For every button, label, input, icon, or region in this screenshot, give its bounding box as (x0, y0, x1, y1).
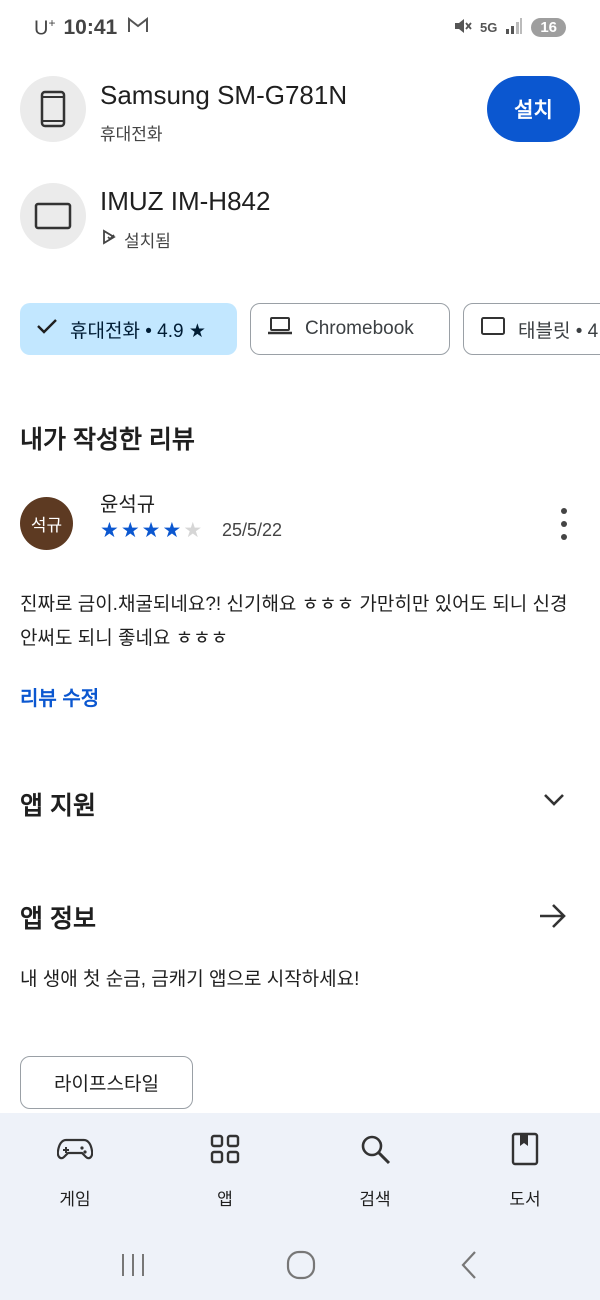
star-rating: ★ ★ ★ ★ ★ (100, 518, 202, 543)
nav-apps[interactable]: 앱 (150, 1113, 300, 1230)
nav-books[interactable]: 도서 (450, 1113, 600, 1230)
check-icon (36, 317, 58, 341)
nav-search[interactable]: 검색 (300, 1113, 450, 1230)
nav-games[interactable]: 게임 (0, 1113, 150, 1230)
clock: 10:41 (63, 16, 118, 40)
carrier-label: U+ (34, 16, 56, 40)
star-icon: ★ (120, 519, 140, 542)
search-icon (357, 1131, 393, 1167)
app-support-title[interactable]: 앱 지원 (20, 786, 96, 822)
status-bar-left: U+ 10:41 (34, 16, 149, 41)
avatar: 석규 (20, 497, 73, 550)
device-status: 설치됨 (100, 227, 171, 252)
recents-icon[interactable] (100, 1230, 166, 1300)
installed-icon (100, 228, 118, 251)
chip-label: 휴대전화 • 4.9 ★ (70, 320, 206, 342)
more-vert-icon[interactable] (558, 508, 570, 540)
tablet-icon (480, 316, 506, 342)
back-icon[interactable] (436, 1230, 502, 1300)
apps-grid-icon (207, 1131, 243, 1167)
chip-phone[interactable]: 휴대전화 • 4.9 ★ (20, 303, 237, 355)
mute-icon (452, 16, 472, 39)
gamepad-icon (57, 1131, 93, 1167)
phone-icon (20, 76, 86, 142)
edit-review-link[interactable]: 리뷰 수정 (20, 682, 99, 711)
app-description: 내 생애 첫 순금, 금캐기 앱으로 시작하세요! (20, 969, 360, 990)
system-navigation-bar (0, 1230, 600, 1300)
install-button[interactable]: 설치 (487, 76, 580, 142)
chip-label: 태블릿 • 4 (518, 320, 599, 342)
chevron-down-icon[interactable] (542, 792, 566, 813)
nav-label: 검색 (359, 1190, 391, 1209)
star-icon: ★ (100, 519, 119, 542)
battery-indicator: 16 (531, 18, 566, 37)
network-label: 5G (479, 20, 498, 35)
gmail-icon (127, 16, 149, 40)
chip-chromebook[interactable]: Chromebook (250, 303, 450, 355)
category-chip[interactable]: 라이프스타일 (20, 1056, 193, 1109)
my-review-title: 내가 작성한 리뷰 (20, 426, 195, 454)
home-icon[interactable] (268, 1230, 334, 1300)
star-icon: ★ (162, 519, 182, 542)
chip-tablet[interactable]: 태블릿 • 4 (463, 303, 600, 355)
review-text: 진짜로 금이.채굴되네요?! 신기해요 ㅎㅎㅎ 가만히만 있어도 되니 신경 안… (20, 594, 568, 649)
book-icon (507, 1131, 543, 1167)
star-empty-icon: ★ (183, 519, 203, 542)
bottom-navigation: 게임 앱 검색 도서 (0, 1113, 600, 1230)
nav-label: 앱 (217, 1190, 233, 1209)
reviewer-name: 윤석규 (100, 494, 156, 516)
star-icon: ★ (141, 519, 161, 542)
tablet-icon (20, 183, 86, 249)
signal-icon (505, 18, 523, 37)
app-info-title[interactable]: 앱 정보 (20, 899, 96, 935)
device-type: 휴대전화 (100, 125, 163, 144)
review-date: 25/5/22 (222, 520, 283, 540)
nav-label: 도서 (509, 1190, 541, 1209)
laptop-icon (267, 316, 293, 342)
device-name: Samsung SM-G781N (100, 80, 348, 110)
nav-label: 게임 (59, 1190, 91, 1209)
device-name: IMUZ IM-H842 (100, 186, 271, 216)
chip-label: Chromebook (305, 318, 414, 339)
arrow-right-icon[interactable] (538, 902, 568, 935)
status-bar-right: 5G 16 (452, 16, 566, 39)
